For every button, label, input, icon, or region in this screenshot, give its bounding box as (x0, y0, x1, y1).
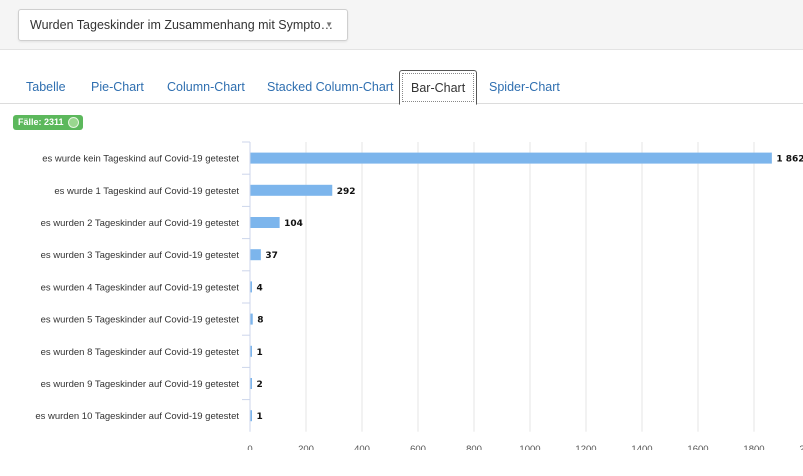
bar (250, 345, 252, 357)
bar (250, 249, 261, 261)
bar (250, 152, 772, 164)
data-label: 1 (257, 348, 263, 358)
tab-tabelle[interactable]: Tabelle (26, 70, 66, 104)
data-label: 1 862 (776, 155, 803, 165)
x-tick-label: 1800 (743, 444, 764, 450)
category-label: es wurden 5 Tageskinder auf Covid-19 get… (41, 315, 240, 326)
x-tick-label: 200 (298, 444, 314, 450)
question-select[interactable]: Wurden Tageskinder im Zusammenhang mit S… (18, 9, 348, 41)
category-label: es wurden 9 Tageskinder auf Covid-19 get… (41, 379, 240, 390)
tab-column-chart[interactable]: Column-Chart (167, 70, 245, 104)
data-label: 104 (284, 219, 303, 229)
x-tick-label: 1400 (631, 444, 652, 450)
data-label: 4 (257, 283, 263, 293)
category-label: es wurde 1 Tageskind auf Covid-19 getest… (54, 186, 239, 197)
data-label: 37 (265, 251, 278, 261)
bar (250, 217, 280, 228)
chevron-down-icon: ▼ (325, 20, 333, 29)
data-label: 1 (257, 412, 263, 422)
question-select-value: Wurden Tageskinder im Zusammenhang mit S… (30, 18, 334, 32)
toolbar: Wurden Tageskinder im Zusammenhang mit S… (0, 0, 803, 50)
tab-pie-chart[interactable]: Pie-Chart (91, 70, 144, 104)
x-tick-label: 1200 (575, 444, 596, 450)
data-label: 2 (257, 380, 263, 390)
category-label: es wurde kein Tageskind auf Covid-19 get… (42, 154, 239, 165)
bar (250, 378, 252, 389)
x-tick-label: 2000 (799, 444, 803, 450)
x-tick-label: 0 (247, 444, 252, 450)
category-label: es wurden 2 Tageskinder auf Covid-19 get… (41, 218, 240, 229)
tab-stacked-column-chart[interactable]: Stacked Column-Chart (267, 70, 393, 104)
x-tick-label: 800 (466, 444, 482, 450)
status-dot-icon (67, 117, 79, 128)
chart-type-tabs: Tabelle Pie-Chart Column-Chart Stacked C… (0, 70, 803, 105)
tab-bar-chart[interactable]: Bar-Chart (399, 70, 478, 105)
data-label: 8 (257, 316, 263, 326)
category-label: es wurden 10 Tageskinder auf Covid-19 ge… (35, 411, 239, 422)
bar (250, 313, 253, 325)
data-label: 292 (337, 187, 356, 197)
x-tick-label: 600 (410, 444, 426, 450)
x-tick-label: 1600 (687, 444, 708, 450)
bar (250, 281, 252, 293)
x-tick-label: 400 (354, 444, 370, 450)
cases-badge-label: Fälle: 2311 (18, 117, 64, 127)
category-label: es wurden 4 Tageskinder auf Covid-19 get… (41, 282, 240, 293)
x-tick-label: 1000 (519, 444, 540, 450)
bar (250, 184, 333, 196)
bar-chart: es wurde kein Tageskind auf Covid-19 get… (35, 141, 803, 450)
category-label: es wurden 3 Tageskinder auf Covid-19 get… (41, 250, 240, 261)
cases-badge: Fälle: 2311 (13, 115, 83, 130)
category-label: es wurden 8 Tageskinder auf Covid-19 get… (41, 347, 240, 358)
bar (250, 410, 252, 422)
tab-spider-chart[interactable]: Spider-Chart (489, 70, 560, 104)
